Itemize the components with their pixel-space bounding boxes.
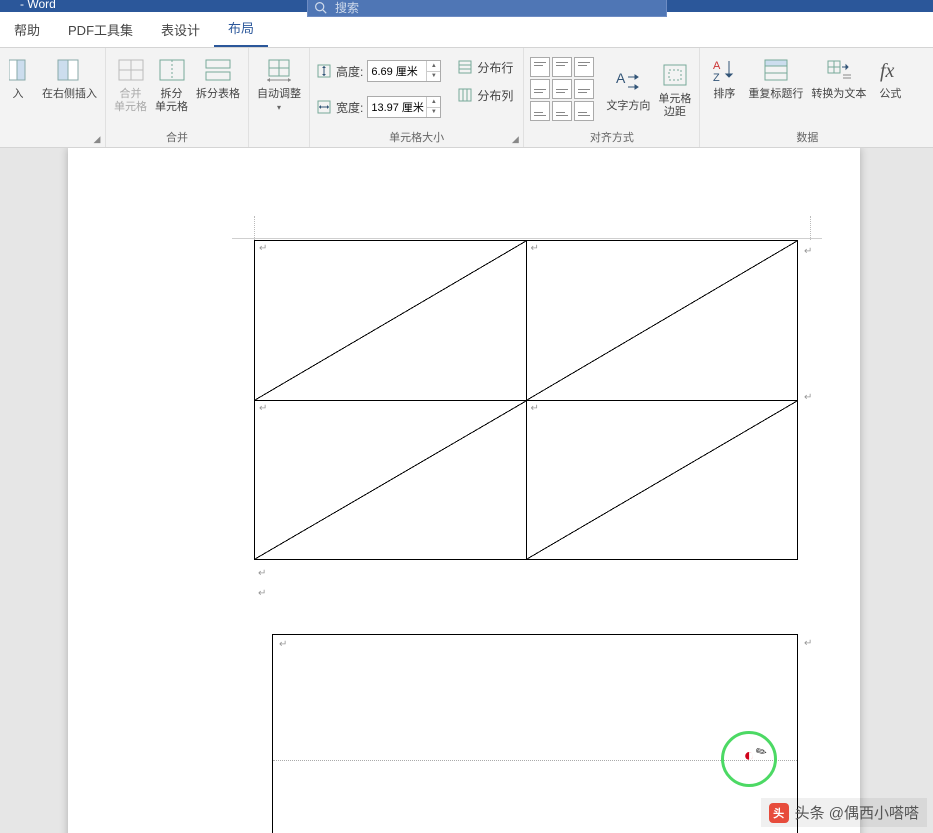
group-data: AZ 排序 重复标题行 转换为文本 fx 公式 数据 (700, 48, 914, 147)
document-area[interactable]: ↵ ↵ ↵ ↵ ↵ ↵ ↵ ↵ ↵ ◐ ✎ ↵ 头 头条 @偶西小嗒嗒 (0, 148, 933, 833)
split-cells-button[interactable]: 拆分 单元格 (153, 52, 190, 116)
svg-text:A: A (713, 60, 721, 72)
tab-layout[interactable]: 布局 (214, 10, 268, 47)
group-merge: 合并 单元格 拆分 单元格 拆分表格 合并 (106, 48, 249, 147)
group-data-label: 数据 (706, 126, 908, 147)
group-cell-size: 高度: 6.69 厘米 ▲▼ 宽度: 13.97 厘米 ▲▼ (310, 48, 524, 147)
width-spin-down[interactable]: ▼ (426, 108, 440, 118)
watermark: 头 头条 @偶西小嗒嗒 (761, 798, 927, 827)
text-direction-button[interactable]: A 文字方向 (604, 64, 652, 115)
page: ↵ ↵ ↵ ↵ ↵ ↵ ↵ ↵ ↵ ◐ ✎ ↵ (68, 148, 860, 833)
convert-to-text-button[interactable]: 转换为文本 (809, 52, 868, 103)
align-middle-left[interactable] (530, 79, 550, 99)
watermark-text: 头条 @偶西小嗒嗒 (795, 802, 919, 823)
search-box[interactable]: 搜索 (307, 0, 667, 17)
height-input[interactable]: 6.69 厘米 ▲▼ (367, 60, 441, 82)
cell-r2c2[interactable]: ↵ (526, 400, 798, 560)
cell-size-dialog-launcher[interactable]: ◢ (509, 133, 521, 145)
align-top-center[interactable] (552, 57, 572, 77)
align-middle-right[interactable] (574, 79, 594, 99)
width-label: 宽度: (336, 99, 363, 116)
cell-r1c1[interactable]: ↵ (255, 241, 527, 401)
paragraph-mark-icon: ↵ (258, 568, 266, 579)
height-spin-up[interactable]: ▲ (426, 61, 440, 72)
sort-button[interactable]: AZ 排序 (706, 52, 742, 103)
table-2x2[interactable]: ↵ ↵ ↵ ↵ (254, 240, 798, 560)
toutiao-logo-icon: 头 (769, 803, 789, 823)
cell-margins-button[interactable]: 单元格 边距 (656, 57, 693, 121)
text-box[interactable]: ↵ ◐ ✎ (272, 634, 798, 833)
svg-text:Z: Z (713, 72, 720, 83)
group-merge-label: 合并 (112, 126, 242, 147)
margin-guide (232, 238, 822, 239)
tab-help[interactable]: 帮助 (0, 12, 54, 47)
repeat-header-button[interactable]: 重复标题行 (746, 52, 805, 103)
align-bottom-right[interactable] (574, 101, 594, 121)
split-table-button[interactable]: 拆分表格 (194, 52, 242, 103)
insert-right-button[interactable]: 在右侧插入 (40, 52, 99, 103)
alignment-grid (530, 57, 594, 121)
merge-cells-button[interactable]: 合并 单元格 (112, 52, 149, 116)
align-top-right[interactable] (574, 57, 594, 77)
tab-pdf-tools[interactable]: PDF工具集 (54, 12, 147, 47)
group-autofit: 自动调整▾ (249, 48, 310, 147)
search-placeholder: 搜索 (335, 0, 359, 16)
paragraph-mark-icon: ↵ (279, 639, 287, 650)
distribute-cols-button[interactable]: 分布列 (453, 84, 517, 106)
group-alignment: A 文字方向 单元格 边距 对齐方式 (524, 48, 700, 147)
align-top-left[interactable] (530, 57, 550, 77)
svg-text:A: A (616, 70, 626, 86)
width-icon (316, 99, 332, 115)
distribute-rows-button[interactable]: 分布行 (453, 56, 517, 78)
paragraph-mark-icon: ↵ (531, 403, 539, 414)
width-input[interactable]: 13.97 厘米 ▲▼ (367, 96, 441, 118)
rows-cols-dialog-launcher[interactable]: ◢ (91, 133, 103, 145)
group-rows-cols: 入 在右侧插入 ◢ (0, 48, 106, 147)
align-middle-center[interactable] (552, 79, 572, 99)
width-spin-up[interactable]: ▲ (426, 97, 440, 108)
paragraph-mark-icon: ↵ (531, 243, 539, 254)
svg-text:fx: fx (880, 60, 895, 82)
paragraph-mark-icon: ↵ (258, 588, 266, 599)
group-cell-size-label: 单元格大小 (316, 126, 517, 147)
app-title: - Word (20, 0, 56, 11)
paragraph-mark-icon: ↵ (804, 392, 812, 403)
tab-table-design[interactable]: 表设计 (147, 12, 214, 47)
paragraph-mark-icon: ↵ (804, 638, 812, 649)
paragraph-mark-icon: ↵ (804, 246, 812, 257)
search-icon (314, 1, 327, 14)
ribbon-tabs: 帮助 PDF工具集 表设计 布局 (0, 12, 933, 48)
height-label: 高度: (336, 63, 363, 80)
align-bottom-center[interactable] (552, 101, 572, 121)
autofit-button[interactable]: 自动调整▾ (255, 52, 303, 116)
height-spin-down[interactable]: ▼ (426, 72, 440, 82)
insert-left-button[interactable]: 入 (0, 52, 36, 103)
paragraph-mark-icon: ↵ (259, 403, 267, 414)
align-bottom-left[interactable] (530, 101, 550, 121)
cell-r1c2[interactable]: ↵ (526, 241, 798, 401)
cell-r2c1[interactable]: ↵ (255, 400, 527, 560)
title-bar: - Word 搜索 (0, 0, 933, 12)
height-icon (316, 63, 332, 79)
split-guide-line (273, 760, 797, 761)
group-alignment-label: 对齐方式 (530, 126, 693, 147)
pen-cursor-icon: ✎ (753, 742, 770, 761)
paragraph-mark-icon: ↵ (259, 243, 267, 254)
formula-button[interactable]: fx 公式 (872, 52, 908, 103)
ribbon: 入 在右侧插入 ◢ 合并 单元格 拆分 单元格 拆分表格 合 (0, 48, 933, 148)
cursor-highlight: ◐ ✎ (721, 731, 777, 787)
